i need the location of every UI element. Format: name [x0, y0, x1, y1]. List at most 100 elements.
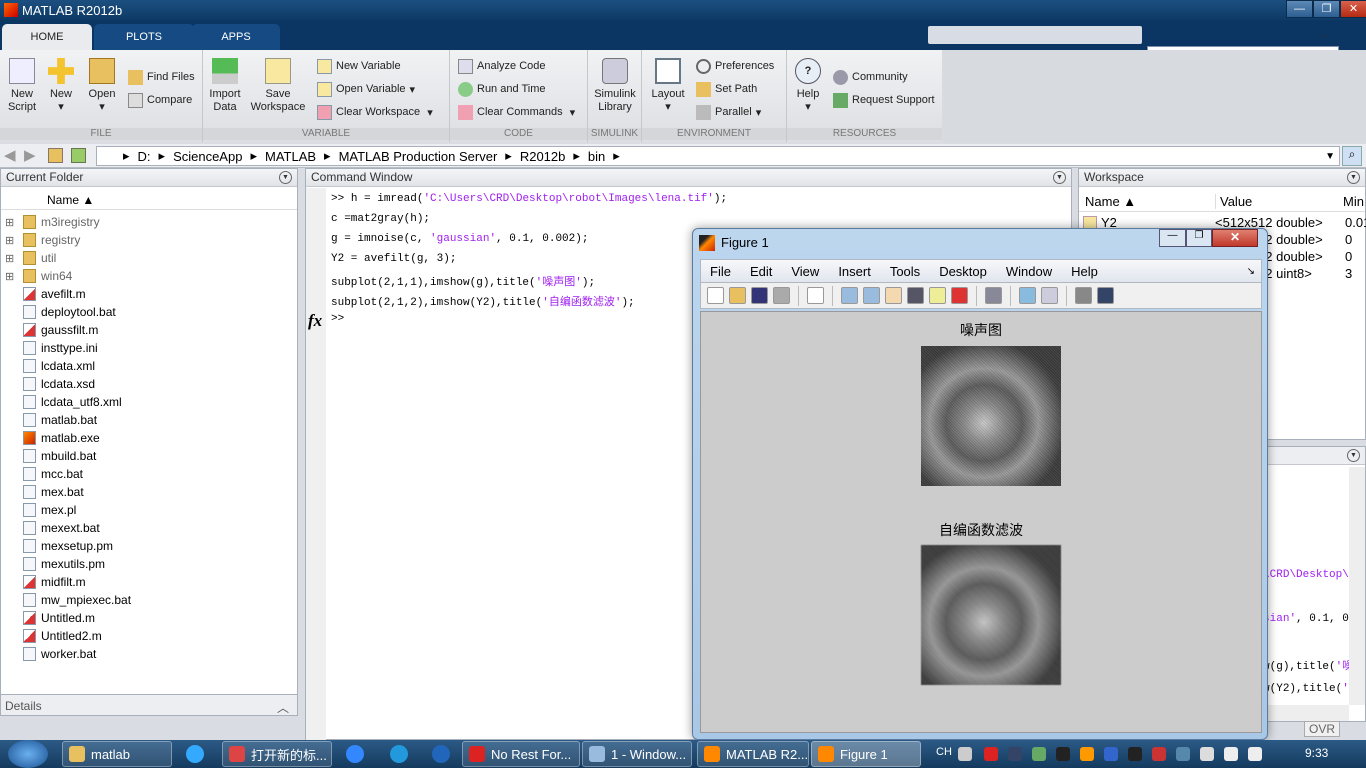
file-item[interactable]: mcc.bat [1, 465, 83, 483]
file-item[interactable]: deploytool.bat [1, 303, 116, 321]
expand-icon[interactable]: ⊞ [1, 270, 19, 283]
open-file-icon[interactable] [729, 287, 746, 304]
set-path-button[interactable]: Set Path [696, 80, 757, 98]
expand-icon[interactable]: ⊞ [1, 234, 19, 247]
folder-item[interactable]: ⊞ registry [1, 231, 80, 249]
preferences-button[interactable]: Preferences [696, 57, 774, 75]
signal-icon[interactable] [1224, 747, 1238, 761]
import-data-button[interactable]: Import Data [207, 58, 243, 114]
netease-music-icon[interactable] [984, 747, 998, 761]
file-item[interactable]: lcdata.xsd [1, 375, 95, 393]
menu-window[interactable]: Window [1006, 264, 1052, 279]
clock[interactable]: 9:33 [1305, 746, 1328, 760]
pan-icon[interactable] [885, 287, 902, 304]
file-item[interactable]: avefilt.m [1, 285, 86, 303]
figure-close-button[interactable]: ✕ [1212, 229, 1258, 247]
new-button[interactable]: New ▾ [46, 58, 76, 114]
clear-commands-button[interactable]: Clear Commands ▾ [458, 103, 575, 121]
app-icon[interactable] [1104, 747, 1118, 761]
volume-icon[interactable] [1248, 747, 1262, 761]
file-item[interactable]: mw_mpiexec.bat [1, 591, 131, 609]
up-folder-icon[interactable] [48, 148, 63, 163]
taskbar-item[interactable]: Figure 1 [811, 741, 921, 767]
taskbar-item[interactable]: 打开新的标... [222, 741, 332, 767]
network-icon[interactable] [1008, 747, 1022, 761]
vertical-scrollbar[interactable] [1349, 467, 1365, 705]
brush-icon[interactable] [951, 287, 968, 304]
file-item[interactable]: mexsetup.pm [1, 537, 113, 555]
path-dropdown-icon[interactable]: ▼ [1325, 151, 1335, 162]
pointer-icon[interactable] [807, 287, 824, 304]
menu-edit[interactable]: Edit [750, 264, 772, 279]
figure-maximize-button[interactable]: ❐ [1186, 229, 1212, 247]
figure-canvas[interactable]: 噪声图 自编函数滤波 [700, 311, 1262, 733]
new-script-button[interactable]: New Script [4, 58, 40, 114]
breadcrumb-item[interactable]: R2012b [520, 149, 566, 164]
save-icon[interactable] [751, 287, 768, 304]
menu-help[interactable]: Help [1071, 264, 1098, 279]
request-support-button[interactable]: Request Support [833, 91, 935, 109]
file-item[interactable]: lcdata_utf8.xml [1, 393, 122, 411]
search-icon[interactable]: ⌕ [1322, 28, 1329, 43]
rotate-3d-icon[interactable] [907, 287, 924, 304]
quick-access-toolbar[interactable] [928, 26, 1142, 44]
panel-menu-icon[interactable]: ▼ [1347, 171, 1360, 184]
tab-apps[interactable]: APPS [192, 24, 280, 50]
close-button[interactable]: ✕ [1340, 0, 1366, 18]
file-item[interactable]: midfilt.m [1, 573, 86, 591]
browse-folder-icon[interactable] [71, 148, 86, 163]
hide-plot-tools-icon[interactable] [1075, 287, 1092, 304]
menu-insert[interactable]: Insert [838, 264, 871, 279]
file-item[interactable]: insttype.ini [1, 339, 98, 357]
file-item[interactable]: mex.bat [1, 483, 84, 501]
app-icon[interactable] [1080, 747, 1094, 761]
column-header[interactable]: Name ▲ [1, 190, 297, 210]
file-item[interactable]: mexutils.pm [1, 555, 105, 573]
breadcrumb-item[interactable]: MATLAB Production Server [339, 149, 498, 164]
zoom-out-icon[interactable] [863, 287, 880, 304]
power-icon[interactable] [1200, 747, 1214, 761]
simulink-library-button[interactable]: Simulink Library [592, 58, 638, 114]
column-min[interactable]: Min [1343, 194, 1364, 209]
app-icon[interactable] [1176, 747, 1190, 761]
file-item[interactable]: Untitled2.m [1, 627, 102, 645]
menu-desktop[interactable]: Desktop [939, 264, 987, 279]
browser-icon[interactable] [390, 745, 408, 763]
show-plot-tools-icon[interactable] [1097, 287, 1114, 304]
open-variable-button[interactable]: Open Variable ▾ [317, 80, 415, 98]
noisy-image[interactable] [921, 346, 1061, 486]
column-value[interactable]: Value [1215, 194, 1252, 209]
path-breadcrumb[interactable]: ▸ D: ▸ ScienceApp ▸ MATLAB ▸ MATLAB Producti… [96, 146, 1340, 166]
dock-icon[interactable]: ↘ [1247, 266, 1255, 277]
command-prompt[interactable]: >> [331, 313, 344, 325]
breadcrumb-item[interactable]: MATLAB [265, 149, 316, 164]
keyboard-icon[interactable] [958, 747, 972, 761]
back-icon[interactable]: ◀ [4, 146, 16, 164]
expand-icon[interactable]: ⊞ [1, 252, 19, 265]
colorbar-icon[interactable] [1019, 287, 1036, 304]
analyze-code-button[interactable]: Analyze Code [458, 57, 546, 75]
file-item[interactable]: lcdata.xml [1, 357, 95, 375]
open-button[interactable]: Open ▾ [86, 58, 118, 114]
folder-item[interactable]: ⊞ m3iregistry [1, 213, 100, 231]
forward-icon[interactable]: ▶ [24, 146, 36, 164]
taskbar-item[interactable]: 1 - Window... [582, 741, 692, 767]
app-icon[interactable] [432, 745, 450, 763]
figure-minimize-button[interactable]: — [1159, 229, 1186, 247]
chevron-up-icon[interactable]: ︿ [277, 699, 289, 716]
file-item[interactable]: mbuild.bat [1, 447, 96, 465]
help-button[interactable]: ? Help ▾ [791, 58, 825, 114]
menu-tools[interactable]: Tools [890, 264, 920, 279]
tab-home[interactable]: HOME [2, 24, 92, 50]
function-browser-icon[interactable]: fx [308, 311, 322, 331]
legend-icon[interactable] [1041, 287, 1058, 304]
save-workspace-button[interactable]: Save Workspace [249, 58, 307, 114]
breadcrumb-item[interactable]: ScienceApp [173, 149, 242, 164]
new-variable-button[interactable]: New Variable [317, 57, 401, 75]
breadcrumb-item[interactable]: D: [138, 149, 151, 164]
menu-file[interactable]: File [710, 264, 731, 279]
menu-view[interactable]: View [791, 264, 819, 279]
file-item[interactable]: Untitled.m [1, 609, 95, 627]
layout-button[interactable]: Layout ▾ [646, 58, 690, 114]
filtered-image[interactable] [921, 545, 1061, 685]
